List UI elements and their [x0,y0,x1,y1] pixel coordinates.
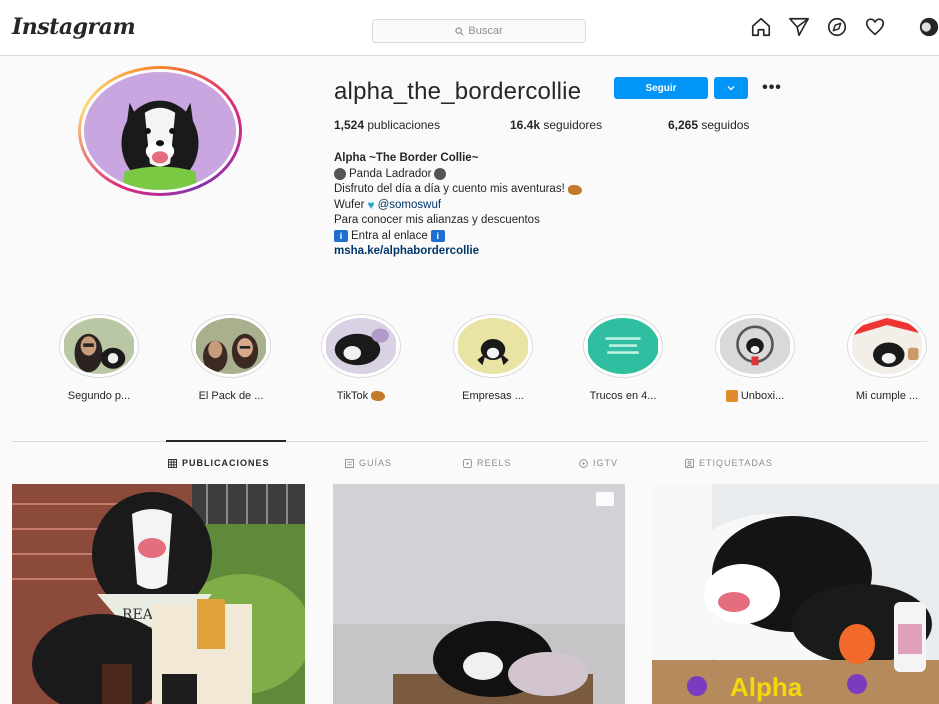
story-highlight[interactable]: TikTok [308,314,414,402]
paw-emoji-icon [371,391,386,402]
reels-icon [463,458,472,468]
paw-emoji-icon [567,184,582,195]
blue-heart-emoji-icon: ♥ [367,197,375,212]
explore-icon[interactable] [826,16,848,38]
igtv-icon [579,458,588,468]
tabs-divider [12,441,927,442]
suggested-accounts-button[interactable] [714,77,748,99]
activity-icon[interactable] [864,16,886,38]
highlight-label: Unboxi... [702,390,808,403]
home-icon[interactable] [750,16,772,38]
profile-avatar[interactable] [918,16,939,38]
bio-line: i Entra al enlace i [334,229,754,245]
story-highlight[interactable]: Trucos en 4... [570,314,676,402]
gift-emoji-icon [725,390,738,403]
profile-picture[interactable] [78,66,242,196]
highlight-label: Segundo p... [67,390,131,402]
bio-name: Alpha ~The Border Collie~ [334,152,479,164]
story-highlight[interactable]: Segundo p... [46,314,152,402]
tab-etiquetadas[interactable]: ETIQUETADAS [685,458,773,468]
svg-text:Alpha: Alpha [730,672,803,702]
panda-emoji-icon [334,168,346,181]
bio-line: Panda Ladrador [334,167,754,183]
grid-icon [168,458,177,468]
direct-icon[interactable] [788,16,810,38]
chevron-down-icon [727,86,735,91]
story-highlight[interactable]: Mi cumple ... [834,314,939,402]
followers-count[interactable]: 16.4k seguidores [510,118,602,132]
following-count[interactable]: 6,265 seguidos [668,118,749,132]
bio-line: Wufer ♥ @somoswuf [334,197,442,214]
highlight-label: El Pack de ... [198,390,264,402]
story-highlight[interactable]: Unboxi... [702,314,808,403]
highlight-label: Trucos en 4... [589,390,657,402]
panda-emoji-icon [434,168,447,181]
dog-photo [84,72,236,190]
tab-reels[interactable]: REELS [463,458,512,468]
bio-mention-link[interactable]: @somoswuf [378,198,441,214]
dog-box-photo [333,484,625,704]
bio-line: Para conocer mis alianzas y descuentos [334,214,540,226]
story-highlight[interactable]: El Pack de ... [178,314,284,402]
profile-username: alpha_the_bordercollie [334,78,582,105]
posts-count: 1,524 publicaciones [334,118,441,132]
tab-publicaciones[interactable]: PUBLICACIONES [168,458,270,468]
dog-grooming-photo: Alpha [652,484,939,704]
story-highlight[interactable]: Empresas ... [440,314,546,402]
post-thumbnail[interactable] [333,484,625,704]
follow-button[interactable]: Seguir [614,77,708,99]
info-emoji-icon: i [430,230,445,243]
highlight-label: Mi cumple ... [855,390,919,402]
highlight-label: Empresas ... [462,390,524,402]
info-emoji-icon: i [334,230,348,243]
nav-icons [0,16,939,40]
profile-bio: Alpha ~The Border Collie~ Panda Ladrador… [334,151,754,260]
top-navigation-bar: Instagram Buscar [0,0,939,56]
tagged-icon [685,458,694,468]
bio-website-link[interactable]: msha.ke/alphabordercollie [334,244,754,260]
bio-line: Disfruto del día a día y cuento mis aven… [334,182,754,198]
tab-igtv[interactable]: IGTV [579,458,618,468]
highlight-label: TikTok [308,390,414,402]
dog-bandana-photo: REAT LIKK [12,484,305,704]
post-thumbnail[interactable]: REAT LIKK [12,484,305,704]
active-tab-indicator [166,440,286,442]
post-thumbnail[interactable]: Alpha [652,484,939,704]
guides-icon [345,458,354,468]
tab-guias[interactable]: GUÍAS [345,458,392,468]
more-options-icon[interactable]: ••• [760,78,784,98]
